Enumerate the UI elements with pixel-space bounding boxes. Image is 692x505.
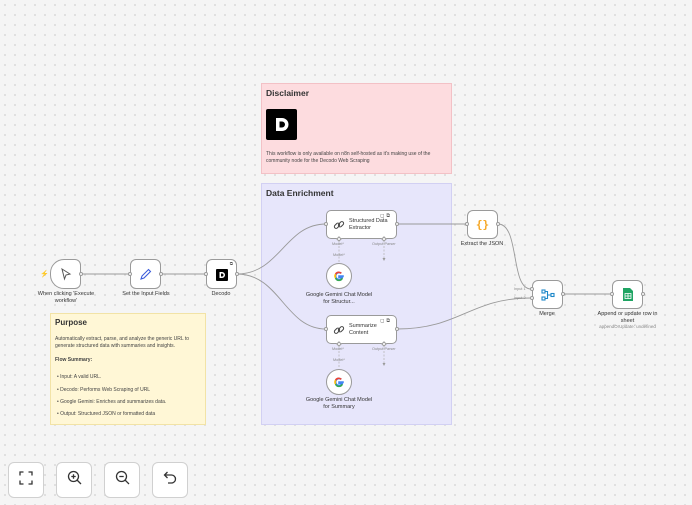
decodo-node[interactable]: ⧉ xyxy=(206,259,237,289)
node-toolbar-icons: ◻⧉ xyxy=(380,318,392,324)
sheets-sublabel: appendOrUpdate: undefined xyxy=(599,324,656,329)
input-handle[interactable] xyxy=(324,222,328,226)
link-icon xyxy=(332,218,346,232)
input-2-port-label: Input 2 xyxy=(514,296,526,300)
model-port-label: Model* xyxy=(333,358,345,362)
zoom-out-icon xyxy=(115,470,130,490)
model-port-label: Model* xyxy=(332,242,344,246)
link-icon xyxy=(332,323,346,337)
gemini-1-label: Google Gemini Chat Model for Structur... xyxy=(305,292,373,305)
fit-view-icon xyxy=(19,470,33,490)
output-handle[interactable] xyxy=(395,222,399,226)
input-handle[interactable] xyxy=(204,272,208,276)
zoom-out-button[interactable] xyxy=(104,462,140,498)
braces-icon: {} xyxy=(475,218,490,231)
pencil-icon xyxy=(131,260,160,288)
extract-json-label: Extract the JSON xyxy=(460,241,504,247)
google-icon xyxy=(327,264,351,288)
output-handle[interactable] xyxy=(79,272,83,276)
community-node-icon: ⧉ xyxy=(229,261,233,266)
decodo-logo-icon xyxy=(216,269,228,281)
sheets-icon xyxy=(613,281,642,308)
google-icon xyxy=(327,370,351,394)
input-2-handle[interactable] xyxy=(530,296,534,300)
output-handle[interactable] xyxy=(395,327,399,331)
structured-data-extractor-node[interactable]: Structured Data Extractor ◻⧉ xyxy=(326,210,397,239)
node-toolbar-icons: ◻⧉ xyxy=(380,213,392,219)
sheets-label: Append or update row in sheet xyxy=(597,311,658,324)
summarize-label: Summarize Content xyxy=(349,323,377,336)
input-1-handle[interactable] xyxy=(530,287,534,291)
trigger-node[interactable] xyxy=(50,259,81,289)
set-fields-label: Set the Input Fields xyxy=(122,291,170,297)
gemini-2-label: Google Gemini Chat Model for Summary xyxy=(305,397,373,410)
google-sheets-node[interactable] xyxy=(612,280,643,309)
undo-button[interactable] xyxy=(152,462,188,498)
zoom-in-icon xyxy=(67,470,82,490)
model-port-label: Model* xyxy=(333,253,345,257)
connections-layer xyxy=(82,222,614,368)
trigger-label: When clicking 'Execute workflow' xyxy=(37,291,95,304)
connection-decodo-extractor xyxy=(236,223,327,275)
zoom-in-button[interactable] xyxy=(56,462,92,498)
output-handle[interactable] xyxy=(496,222,500,226)
extract-json-node[interactable]: {} xyxy=(467,210,498,239)
model-port-label: Model* xyxy=(332,347,344,351)
output-parser-port-label: Output Parser xyxy=(372,242,396,246)
summarize-content-node[interactable]: Summarize Content ◻⧉ xyxy=(326,315,397,344)
decodo-label: Decodo xyxy=(211,291,231,297)
undo-icon xyxy=(163,471,177,489)
input-1-port-label: Input 1 xyxy=(514,287,526,291)
merge-node[interactable] xyxy=(532,280,563,309)
input-handle[interactable] xyxy=(465,222,469,226)
output-handle[interactable] xyxy=(235,272,239,276)
set-fields-node[interactable] xyxy=(130,259,161,289)
input-handle[interactable] xyxy=(324,327,328,331)
input-handle[interactable] xyxy=(128,272,132,276)
output-parser-port-label: Output Parser xyxy=(372,347,396,351)
output-handle[interactable] xyxy=(641,292,645,296)
input-handle[interactable] xyxy=(610,292,614,296)
cursor-icon xyxy=(51,260,80,288)
trigger-bolt-icon: ⚡ xyxy=(40,271,49,278)
output-handle[interactable] xyxy=(561,292,565,296)
gemini-chat-model-node[interactable] xyxy=(326,369,352,395)
output-handle[interactable] xyxy=(159,272,163,276)
extractor-label: Structured Data Extractor xyxy=(349,218,388,231)
merge-label: Merge xyxy=(539,311,555,317)
gemini-chat-model-node[interactable] xyxy=(326,263,352,289)
connection-summarize-merge xyxy=(396,297,532,330)
fit-view-button[interactable] xyxy=(8,462,44,498)
connection-json-merge xyxy=(497,223,532,290)
merge-icon xyxy=(533,281,562,308)
